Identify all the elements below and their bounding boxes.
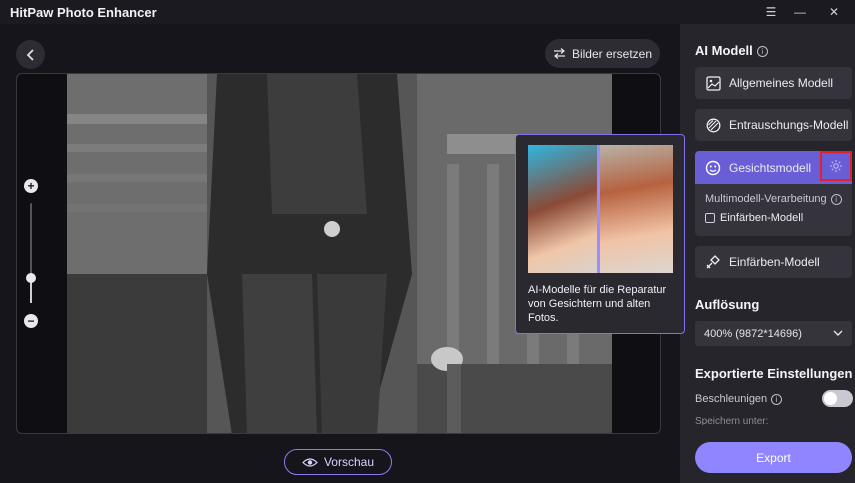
colorize-icon (705, 254, 721, 270)
chevron-left-icon (26, 48, 34, 61)
zoom-track[interactable] (26, 203, 36, 303)
resolution-title: Auflösung (695, 297, 760, 312)
info-icon[interactable]: i (830, 193, 842, 205)
before-after-preview (528, 145, 673, 273)
zoom-out-icon[interactable]: − (24, 314, 38, 328)
gear-icon (830, 160, 842, 172)
eye-icon (302, 457, 318, 467)
export-settings-title: Exportierte Einstellungen (695, 366, 853, 381)
image-icon (705, 75, 721, 91)
multimodel-label: Multimodell-Verarbeitung i (705, 193, 842, 205)
replace-images-label: Bilder ersetzen (571, 46, 653, 61)
model-label: Gesichtsmodell (729, 160, 812, 175)
face-model-settings-button[interactable] (820, 151, 852, 181)
info-icon[interactable]: i (771, 393, 783, 405)
close-icon[interactable]: ✕ (824, 2, 844, 22)
accelerate-label: Beschleunigen (695, 393, 768, 405)
accelerate-toggle[interactable] (822, 390, 853, 407)
swap-icon (553, 48, 565, 59)
face-icon (705, 160, 721, 176)
after-image (598, 145, 673, 273)
minimize-icon[interactable]: — (790, 2, 810, 22)
toggle-knob (824, 392, 837, 405)
model-label: Einfärben-Modell (729, 255, 820, 269)
app-title: HitPaw Photo Enhancer (10, 5, 157, 20)
ai-model-title-text: AI Modell (695, 43, 753, 58)
menu-icon[interactable]: ☰ (761, 2, 781, 22)
info-icon[interactable]: i (756, 46, 768, 58)
model-colorize[interactable]: Einfärben-Modell (695, 246, 852, 278)
zoom-slider[interactable]: + − (24, 179, 38, 329)
colorize-checkbox-row[interactable]: Einfärben-Modell (705, 212, 803, 224)
chevron-down-icon (833, 330, 843, 336)
preview-button[interactable]: Vorschau (284, 449, 392, 475)
face-model-options (695, 184, 852, 236)
face-model-tooltip: AI-Modelle für die Reparatur von Gesicht… (515, 134, 685, 334)
back-button[interactable] (16, 40, 45, 69)
multimodel-text: Multimodell-Verarbeitung (705, 193, 827, 205)
resolution-value: 400% (9872*14696) (704, 327, 802, 340)
colorize-option-label: Einfärben-Modell (720, 212, 804, 224)
title-bar: HitPaw Photo Enhancer ☰ — ✕ (0, 0, 855, 24)
model-label: Entrauschungs-Modell (729, 118, 849, 132)
model-general[interactable]: Allgemeines Modell (695, 67, 852, 99)
replace-images-button[interactable]: Bilder ersetzen (545, 39, 660, 68)
resolution-select[interactable]: 400% (9872*14696) (695, 321, 852, 346)
side-panel: AI Modell i Allgemeines Modell Entrauschu… (680, 24, 855, 483)
export-button[interactable]: Export (695, 442, 852, 473)
save-location-label: Speichern unter: (695, 416, 769, 425)
denoise-icon (705, 117, 721, 133)
model-label: Allgemeines Modell (729, 76, 834, 90)
tooltip-text: AI-Modelle für die Reparatur von Gesicht… (528, 284, 667, 324)
colorize-checkbox[interactable] (705, 213, 715, 223)
before-image (528, 145, 598, 273)
ai-model-title: AI Modell i (695, 43, 768, 58)
model-denoise[interactable]: Entrauschungs-Modell (695, 109, 852, 141)
preview-label: Vorschau (323, 455, 375, 469)
compare-divider (597, 145, 600, 273)
zoom-handle[interactable] (26, 273, 36, 283)
zoom-in-icon[interactable]: + (24, 179, 38, 193)
